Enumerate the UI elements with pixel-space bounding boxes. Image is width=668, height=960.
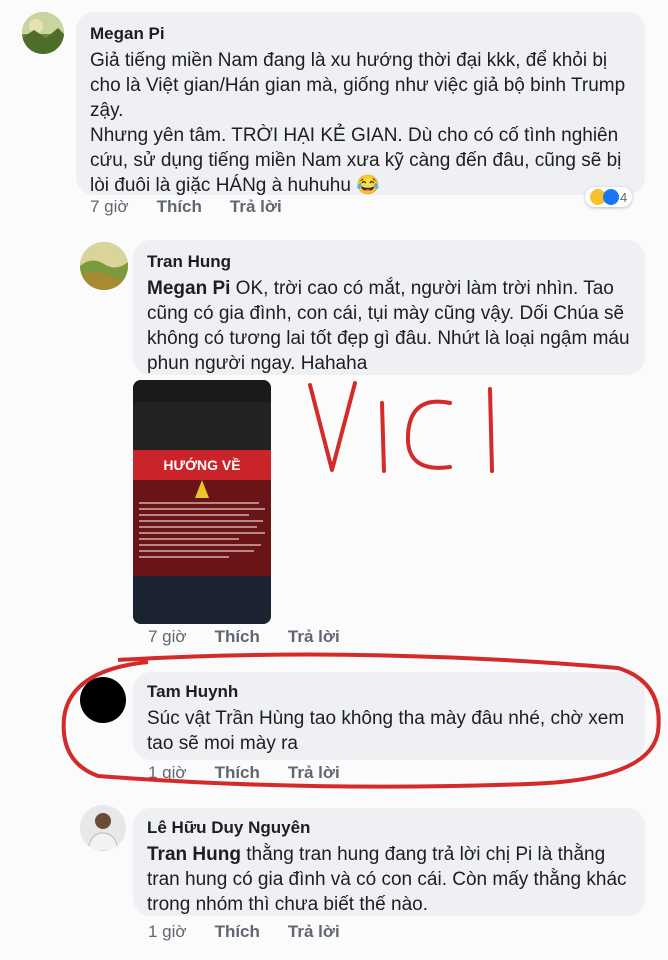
comment-time[interactable]: 7 giờ xyxy=(148,627,187,647)
screenshot-topbar xyxy=(133,380,271,402)
comment-author[interactable]: Megan Pi xyxy=(90,24,631,44)
avatar[interactable] xyxy=(22,12,64,54)
mention-link[interactable]: Tran Hung xyxy=(147,844,241,865)
screenshot-article xyxy=(133,480,271,576)
comment-author[interactable]: Tran Hung xyxy=(147,252,631,272)
reply-button[interactable]: Trả lời xyxy=(288,627,340,647)
attached-screenshot[interactable]: HƯỚNG VỀ xyxy=(133,380,271,624)
reaction-count: 4 xyxy=(620,189,628,205)
comment-text: Megan Pi OK, trời cao có mắt, người làm … xyxy=(147,278,630,374)
comment-actions: 7 giờ Thích Trả lời xyxy=(90,197,282,217)
comment-author[interactable]: Lê Hữu Duy Nguyên xyxy=(147,818,631,838)
like-button[interactable]: Thích xyxy=(157,197,202,217)
reply-button[interactable]: Trả lời xyxy=(230,197,282,217)
avatar[interactable] xyxy=(80,242,128,290)
reaction-summary[interactable]: 4 xyxy=(585,187,633,207)
comment-time[interactable]: 7 giờ xyxy=(90,197,129,217)
comment-bubble: Megan Pi Giả tiếng miền Nam đang là xu h… xyxy=(76,12,645,196)
mention-link[interactable]: Megan Pi xyxy=(147,278,230,299)
comment-text: Nhưng yên tâm. TRỜI HẠI KẺ GIAN. Dù cho … xyxy=(90,125,622,196)
vici-annotation xyxy=(308,381,494,473)
comment-actions: 7 giờ Thích Trả lời xyxy=(148,627,340,647)
comment-actions: 1 giờ Thích Trả lời xyxy=(148,922,340,942)
comment-bubble: Tran Hung Megan Pi OK, trời cao có mắt, … xyxy=(133,240,645,375)
comment-bubble: Lê Hữu Duy Nguyên Tran Hung thằng tran h… xyxy=(133,808,645,916)
screenshot-footer xyxy=(133,576,271,624)
like-button[interactable]: Thích xyxy=(215,627,260,647)
highlight-circle-annotation xyxy=(61,652,661,789)
screenshot-dark-band xyxy=(133,402,271,450)
comment-text: Giả tiếng miền Nam đang là xu hướng thời… xyxy=(90,50,626,121)
comment-text: Tran Hung thằng tran hung đang trả lời c… xyxy=(147,844,627,915)
comment-time[interactable]: 1 giờ xyxy=(148,922,187,942)
like-reaction-icon xyxy=(603,189,619,205)
screenshot-banner: HƯỚNG VỀ xyxy=(133,450,271,480)
avatar[interactable] xyxy=(80,805,126,851)
reply-button[interactable]: Trả lời xyxy=(288,922,340,942)
like-button[interactable]: Thích xyxy=(215,922,260,942)
